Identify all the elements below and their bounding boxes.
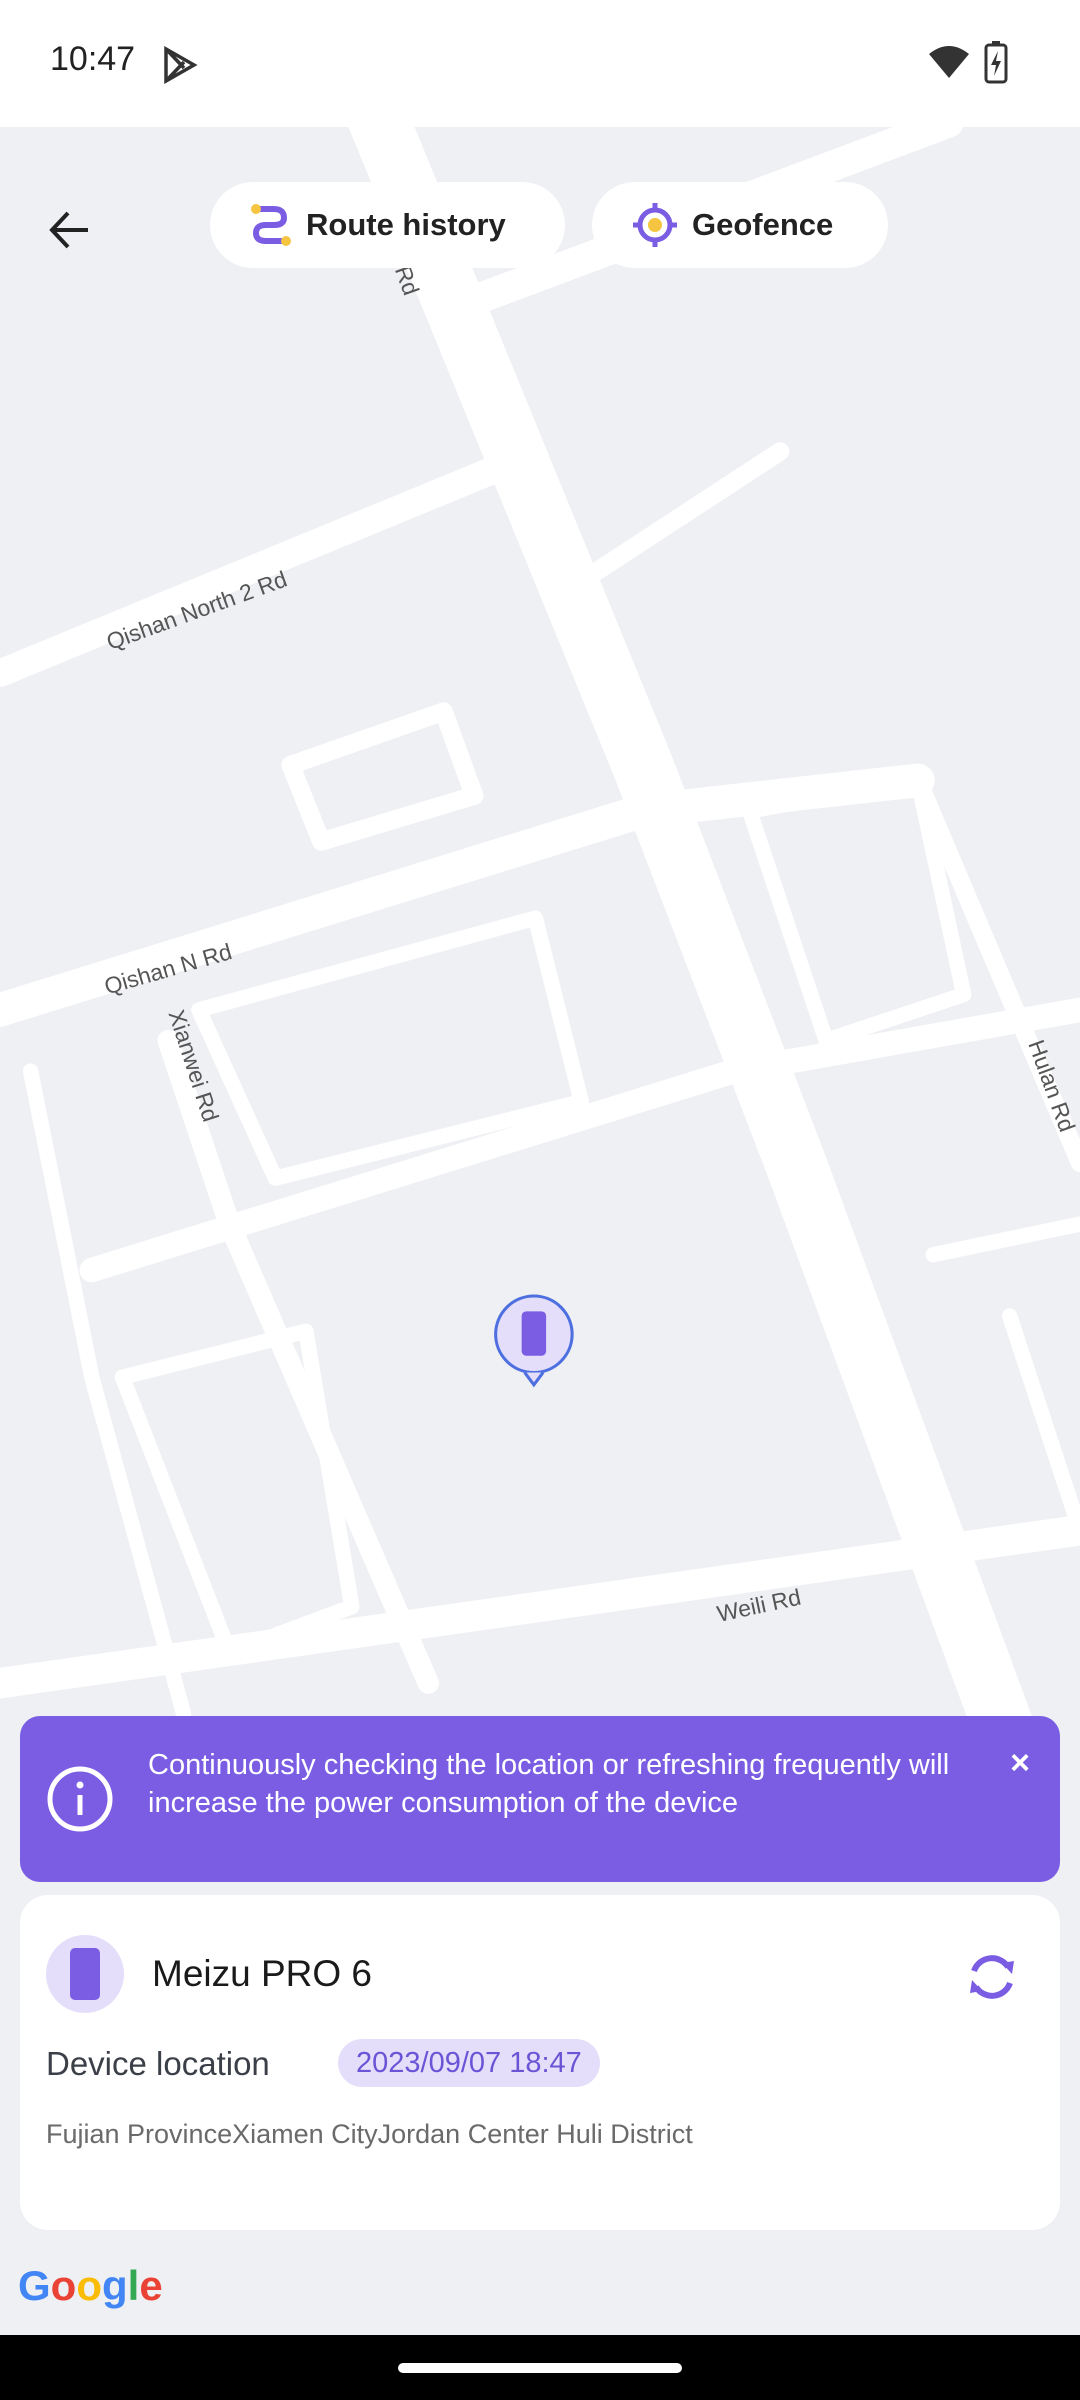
phone-icon [521, 1311, 547, 1356]
info-icon [47, 1766, 113, 1832]
arrow-left-icon [49, 211, 88, 249]
close-banner-button[interactable]: × [1010, 1744, 1030, 1783]
phone-icon [70, 1948, 100, 2000]
power-warning-banner: Continuously checking the location or re… [20, 1716, 1060, 1882]
battery-charging-icon [984, 41, 1008, 84]
navigation-bar [0, 2335, 1080, 2400]
device-marker[interactable] [494, 1294, 574, 1388]
clock: 10:47 [50, 40, 136, 78]
route-history-button[interactable]: Route history [210, 182, 565, 268]
home-handle[interactable] [398, 2363, 682, 2373]
geofence-button[interactable]: Geofence [592, 182, 888, 268]
device-address: Fujian ProvinceXiamen CityJordan Center … [46, 2119, 693, 2149]
location-timestamp: 2023/09/07 18:47 [338, 2039, 600, 2087]
wifi-icon [929, 46, 969, 78]
back-button[interactable] [40, 200, 100, 260]
device-name: Meizu PRO 6 [152, 1953, 373, 1994]
device-avatar [46, 1935, 124, 2013]
banner-message: Continuously checking the location or re… [148, 1749, 950, 1819]
target-icon [633, 203, 677, 247]
google-logo: Google [18, 2262, 163, 2309]
route-history-label: Route history [306, 207, 506, 242]
road-label-hulan: Hulan Rd [1023, 1036, 1080, 1135]
refresh-button[interactable] [962, 1947, 1022, 2007]
geofence-label: Geofence [692, 207, 834, 242]
device-location-label: Device location [46, 2045, 270, 2082]
route-icon [251, 204, 291, 246]
device-card: Meizu PRO 6 Device location 2023/09/07 1… [20, 1895, 1060, 2230]
play-store-icon [164, 46, 198, 84]
status-bar: 10:47 [0, 0, 1080, 127]
